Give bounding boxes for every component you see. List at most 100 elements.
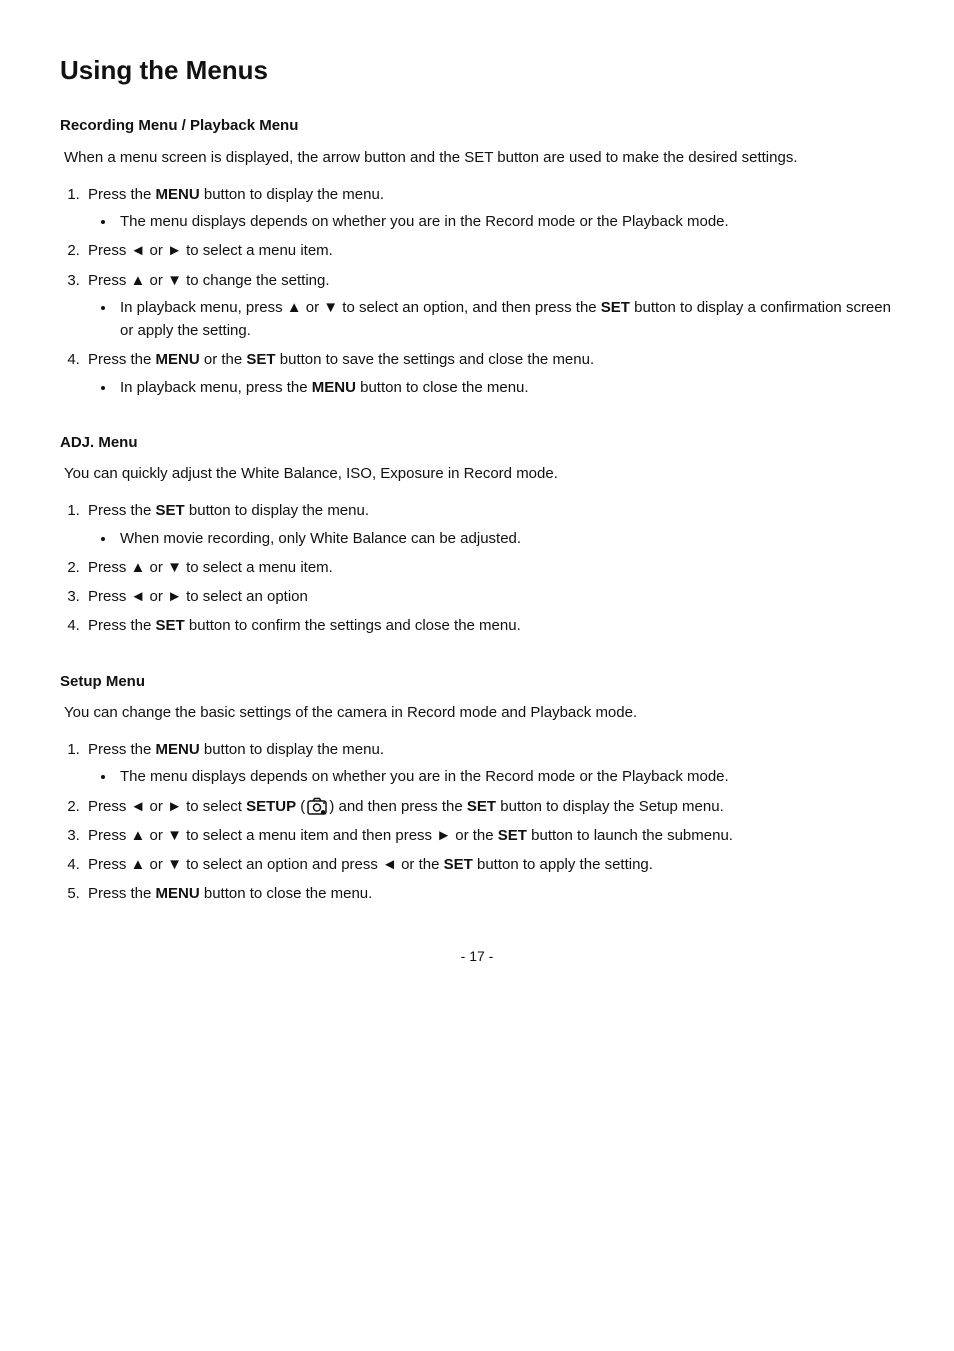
text-part: ▲ xyxy=(131,559,146,576)
text-part: Press the xyxy=(88,502,156,519)
text-part: Press the xyxy=(88,885,156,902)
text-part: button to display the Setup menu. xyxy=(496,798,724,815)
bold-keyword: MENU xyxy=(156,351,200,368)
text-part: button to apply the setting. xyxy=(473,856,653,873)
section-title: ADJ. Menu xyxy=(60,431,894,454)
text-part: or xyxy=(145,272,167,289)
step-text: Press ▲ or ▼ to change the setting. xyxy=(88,272,330,289)
text-part: to select a menu item and then press xyxy=(182,827,436,844)
text-part: ► xyxy=(436,827,451,844)
step-item: Press ◄ or ► to select SETUP ( ) and the… xyxy=(84,795,894,818)
step-bullets: In playback menu, press ▲ or ▼ to select… xyxy=(116,296,894,343)
step-text: Press ▲ or ▼ to select a menu item and t… xyxy=(88,827,733,844)
text-part: ► xyxy=(167,588,182,605)
text-part: to select a menu item. xyxy=(182,559,333,576)
bold-keyword: MENU xyxy=(156,885,200,902)
step-text: Press the MENU or the SET button to save… xyxy=(88,351,594,368)
step-item: Press the SET button to confirm the sett… xyxy=(84,614,894,637)
section-recording-playback-menu: Recording Menu / Playback MenuWhen a men… xyxy=(60,114,894,399)
step-text: Press ◄ or ► to select an option xyxy=(88,588,308,605)
text-part: ( xyxy=(296,798,305,815)
step-item: Press the MENU button to close the menu. xyxy=(84,882,894,905)
bold-keyword: MENU xyxy=(156,741,200,758)
text-part: Press xyxy=(88,856,131,873)
text-part: ► xyxy=(167,798,182,815)
step-item: Press ◄ or ► to select an option xyxy=(84,585,894,608)
section-setup-menu: Setup Menu You can change the basic setti… xyxy=(60,670,894,906)
text-part: ▼ xyxy=(167,827,182,844)
steps-list: Press the MENU button to display the men… xyxy=(84,183,894,399)
step-item: Press the MENU or the SET button to save… xyxy=(84,348,894,399)
section-adj-menu: ADJ. Menu You can quickly adjust the Whit… xyxy=(60,431,894,638)
step-bullets: In playback menu, press the MENU button … xyxy=(116,376,894,399)
bullet-text: In playback menu, press ▲ or ▼ to select… xyxy=(120,299,891,339)
bullet-text: The menu displays depends on whether you… xyxy=(120,213,729,230)
step-text: Press ◄ or ► to select SETUP ( ) and the… xyxy=(88,798,724,815)
text-part: or xyxy=(145,856,167,873)
steps-list: Press the SET button to display the menu… xyxy=(84,499,894,637)
text-part: Press xyxy=(88,827,131,844)
section-intro: You can quickly adjust the White Balance… xyxy=(60,462,894,485)
bold-keyword: SET xyxy=(156,502,185,519)
text-part: button to display the menu. xyxy=(200,186,384,203)
text-part: or xyxy=(145,242,167,259)
text-part: ▲ xyxy=(131,272,146,289)
section-intro: You can change the basic settings of the… xyxy=(60,701,894,724)
text-part: to select xyxy=(182,798,246,815)
step-bullets: When movie recording, only White Balance… xyxy=(116,527,894,550)
text-part: ► xyxy=(167,242,182,259)
text-part: or xyxy=(145,559,167,576)
bold-keyword: SETUP xyxy=(246,798,296,815)
text-part: ▲ xyxy=(131,827,146,844)
text-part: button to display the menu. xyxy=(200,741,384,758)
bullet-item: The menu displays depends on whether you… xyxy=(116,765,894,788)
text-part: or xyxy=(145,827,167,844)
bold-keyword: SET xyxy=(467,798,496,815)
text-part: to select an option and press xyxy=(182,856,382,873)
step-bullets: The menu displays depends on whether you… xyxy=(116,765,894,788)
section-title: Recording Menu / Playback Menu xyxy=(60,114,894,137)
bullet-text: The menu displays depends on whether you… xyxy=(120,768,729,785)
step-text: Press ◄ or ► to select a menu item. xyxy=(88,242,333,259)
bullet-item: The menu displays depends on whether you… xyxy=(116,210,894,233)
step-text: Press the MENU button to display the men… xyxy=(88,186,384,203)
step-text: Press the MENU button to close the menu. xyxy=(88,885,372,902)
step-item: Press the SET button to display the menu… xyxy=(84,499,894,550)
text-part: ◄ xyxy=(131,242,146,259)
text-part: button to confirm the settings and close… xyxy=(185,617,521,634)
step-item: Press ▲ or ▼ to change the setting. In pl… xyxy=(84,269,894,343)
bold-keyword: SET xyxy=(444,856,473,873)
step-item: Press ◄ or ► to select a menu item. xyxy=(84,239,894,262)
text-part: or xyxy=(145,588,167,605)
text-part: ◄ xyxy=(131,588,146,605)
step-item: Press ▲ or ▼ to select a menu item and t… xyxy=(84,824,894,847)
text-part: Press xyxy=(88,242,131,259)
step-text: Press ▲ or ▼ to select a menu item. xyxy=(88,559,333,576)
bold-keyword: SET xyxy=(498,827,527,844)
step-item: Press the MENU button to display the men… xyxy=(84,183,894,234)
text-part: ▼ xyxy=(167,272,182,289)
bullet-item: When movie recording, only White Balance… xyxy=(116,527,894,550)
step-text: Press ▲ or ▼ to select an option and pre… xyxy=(88,856,653,873)
step-item: Press ▲ or ▼ to select a menu item. xyxy=(84,556,894,579)
steps-list: Press the MENU button to display the men… xyxy=(84,738,894,906)
text-part: button to save the settings and close th… xyxy=(276,351,595,368)
bullet-item: In playback menu, press ▲ or ▼ to select… xyxy=(116,296,894,343)
section-title: Setup Menu xyxy=(60,670,894,693)
text-part: or the xyxy=(397,856,444,873)
text-part: ) and then press the xyxy=(329,798,467,815)
text-part: ◄ xyxy=(131,798,146,815)
bold-keyword: MENU xyxy=(156,186,200,203)
text-part: Press xyxy=(88,559,131,576)
text-part: ◄ xyxy=(382,856,397,873)
text-part: Press xyxy=(88,798,131,815)
text-part: Press the xyxy=(88,617,156,634)
text-part: or the xyxy=(200,351,247,368)
text-part: Press xyxy=(88,588,131,605)
text-part: to change the setting. xyxy=(182,272,330,289)
text-part: button to close the menu. xyxy=(200,885,373,902)
setup-icon xyxy=(305,798,329,815)
text-part: to select an option xyxy=(182,588,308,605)
text-part: Press the xyxy=(88,741,156,758)
bullet-text: In playback menu, press the MENU button … xyxy=(120,379,529,396)
